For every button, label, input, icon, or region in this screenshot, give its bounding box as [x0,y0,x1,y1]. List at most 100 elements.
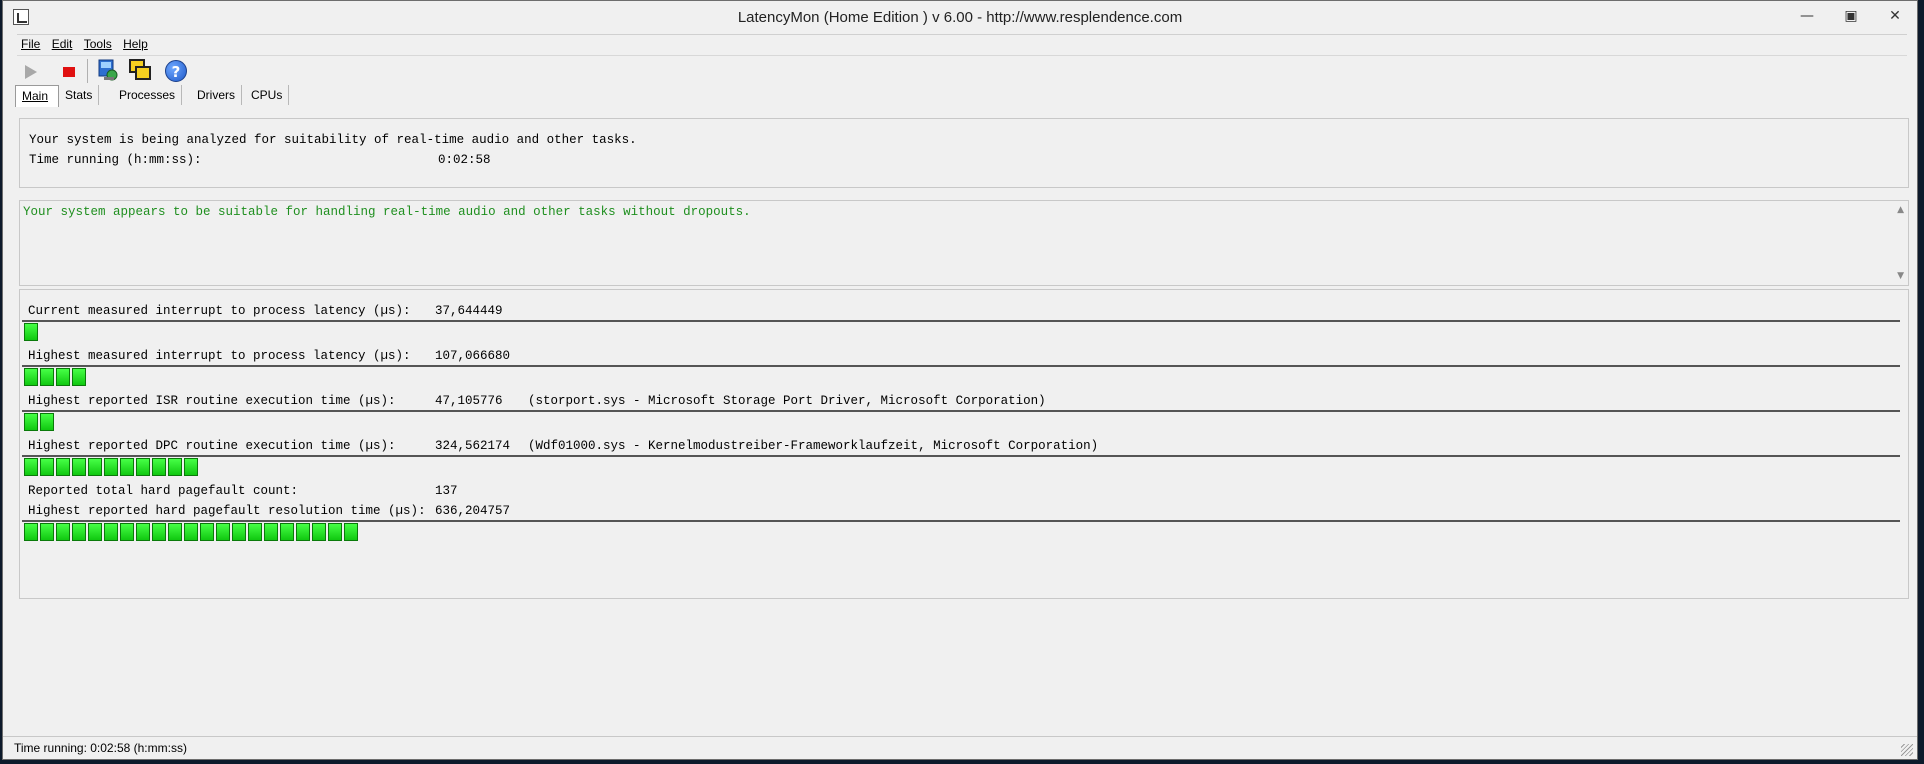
play-icon[interactable] [25,65,37,79]
pagefault-time-value: 636,204757 [435,504,511,518]
latency-bar-track [22,455,1900,457]
latency-bar [24,458,200,478]
bar-segment [56,368,70,386]
bar-segment [40,458,54,476]
metrics-panel: Current measured interrupt to process la… [19,289,1909,599]
metric-label: Highest measured interrupt to process la… [28,349,411,363]
bar-segment [120,458,134,476]
tab-main[interactable]: Main [15,85,59,107]
menu-help[interactable]: Help [119,35,152,54]
windows-icon[interactable] [127,57,153,83]
time-running-label: Time running (h:mm:ss): [29,153,202,167]
bar-segment [168,458,182,476]
bar-segment [264,523,278,541]
bar-segment [152,458,166,476]
metric-value: 47,105776 [435,394,503,408]
title-bar[interactable]: LatencyMon (Home Edition ) v 6.00 - http… [3,1,1917,34]
bar-segment [168,523,182,541]
latency-bar [24,368,88,388]
pagefault-bar-track [22,520,1900,522]
status-bar: Time running: 0:02:58 (h:mm:ss) [3,736,1917,759]
time-running-value: 0:02:58 [438,153,491,167]
bar-segment [24,368,38,386]
latency-bar-track [22,410,1900,412]
help-icon[interactable]: ? [165,60,187,82]
bar-segment [40,523,54,541]
bar-segment [280,523,294,541]
window-title: LatencyMon (Home Edition ) v 6.00 - http… [737,9,1183,26]
bar-segment [136,458,150,476]
menu-tools[interactable]: Tools [80,35,116,54]
bar-segment [72,523,86,541]
toolbar-separator [87,59,88,83]
latency-bar-track [22,320,1900,322]
bar-segment [184,458,198,476]
tab-stats-label: Stats [65,88,93,102]
status-text: Time running: 0:02:58 (h:mm:ss) [14,741,187,755]
bar-segment [200,523,214,541]
metric-label: Current measured interrupt to process la… [28,304,411,318]
bar-segment [40,413,54,431]
metric-detail: (Wdf01000.sys - Kernelmodustreiber-Frame… [528,439,1099,453]
tab-cpus-label: CPUs [251,88,283,102]
tab-processes-label: Processes [119,88,176,102]
pagefault-bar [24,523,360,543]
bar-segment [296,523,310,541]
bar-segment [216,523,230,541]
tab-cpus[interactable]: CPUs [245,85,290,105]
bar-segment [136,523,150,541]
bar-segment [328,523,342,541]
metric-label: Highest reported ISR routine execution t… [28,394,396,408]
scroll-up-icon[interactable]: ▲ [1897,205,1904,215]
resize-grip-icon[interactable] [1901,744,1913,756]
bar-segment [24,413,38,431]
verdict-panel[interactable]: Your system appears to be suitable for h… [19,200,1909,286]
bar-segment [104,458,118,476]
bar-segment [72,368,86,386]
bar-segment [88,523,102,541]
bar-segment [152,523,166,541]
pagefault-count-label: Reported total hard pagefault count: [28,484,299,498]
verdict-message: Your system appears to be suitable for h… [23,205,751,219]
bar-segment [104,523,118,541]
bar-segment [184,523,198,541]
scroll-down-icon[interactable]: ▼ [1897,271,1904,281]
bar-segment [72,458,86,476]
pagefault-count-value: 137 [435,484,458,498]
stop-icon[interactable] [63,67,75,77]
bar-segment [312,523,326,541]
settings-icon[interactable] [95,57,121,83]
minimize-button[interactable]: — [1785,3,1829,29]
bar-segment [120,523,134,541]
bar-segment [232,523,246,541]
latency-bar [24,413,56,433]
analysis-message: Your system is being analyzed for suitab… [29,133,637,147]
latency-bar-track [22,365,1900,367]
metric-value: 37,644449 [435,304,503,318]
bar-segment [56,523,70,541]
menu-bar: File Edit Tools Help [17,34,1907,56]
metric-label: Highest reported DPC routine execution t… [28,439,396,453]
metric-value: 107,066680 [435,349,511,363]
bar-segment [56,458,70,476]
tab-drivers[interactable]: Drivers [191,85,242,105]
latency-bar [24,323,40,343]
bar-segment [40,368,54,386]
bar-segment [88,458,102,476]
menu-edit[interactable]: Edit [48,35,77,54]
metric-detail: (storport.sys - Microsoft Storage Port D… [528,394,1046,408]
bar-segment [344,523,358,541]
tab-main-label: Main [22,89,49,103]
analysis-status-panel: Your system is being analyzed for suitab… [19,118,1909,188]
maximize-button[interactable]: ▣ [1829,3,1873,29]
metric-value: 324,562174 [435,439,511,453]
pagefault-time-label: Highest reported hard pagefault resoluti… [28,504,426,518]
menu-file[interactable]: File [17,35,44,54]
tab-processes[interactable]: Processes [113,85,183,105]
tab-stats[interactable]: Stats [59,85,100,105]
toolbar: ? [17,57,217,85]
latencymon-window: LatencyMon (Home Edition ) v 6.00 - http… [2,0,1918,760]
tab-drivers-label: Drivers [197,88,235,102]
close-button[interactable]: ✕ [1873,3,1917,29]
bar-segment [24,323,38,341]
